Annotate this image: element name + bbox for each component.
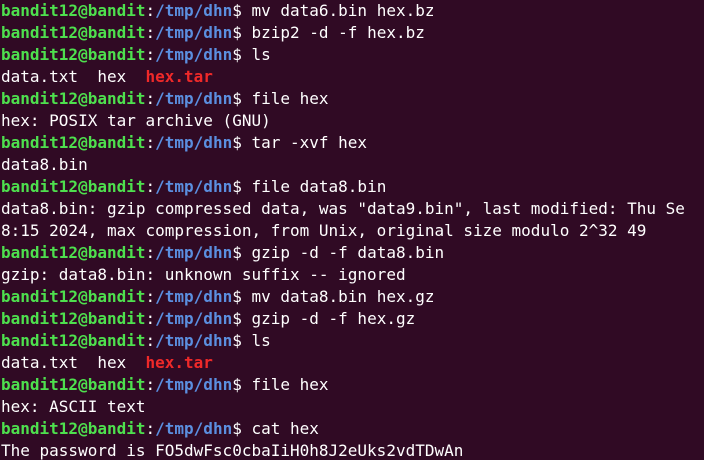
command-text: cat hex <box>251 419 319 438</box>
prompt-symbol: $ <box>232 89 252 108</box>
prompt-line: bandit12@bandit:/tmp/dhn$ tar -xvf hex <box>1 132 704 154</box>
prompt-symbol: $ <box>232 309 252 328</box>
file-list: data.txt hex <box>1 353 146 372</box>
archive-file-name: hex.tar <box>145 67 213 86</box>
prompt-path: /tmp/dhn <box>155 133 233 152</box>
prompt-user: bandit12@bandit <box>1 1 146 20</box>
prompt-symbol: $ <box>232 133 252 152</box>
prompt-user: bandit12@bandit <box>1 419 146 438</box>
archive-file-name: hex.tar <box>145 353 213 372</box>
prompt-user: bandit12@bandit <box>1 133 146 152</box>
command-text: file data8.bin <box>251 177 387 196</box>
command-text: file hex <box>251 89 329 108</box>
output-text: The password is FO5dwFsc0cbaIiH0h8J2eUks… <box>1 441 464 460</box>
prompt-user: bandit12@bandit <box>1 309 146 328</box>
prompt-path: /tmp/dhn <box>155 177 233 196</box>
prompt-colon: : <box>145 309 156 328</box>
output-text: 8:15 2024, max compression, from Unix, o… <box>1 221 647 240</box>
ls-output-line: data.txt hex hex.tar <box>1 352 704 374</box>
prompt-colon: : <box>145 375 156 394</box>
prompt-user: bandit12@bandit <box>1 177 146 196</box>
output-line: 8:15 2024, max compression, from Unix, o… <box>1 220 704 242</box>
prompt-path: /tmp/dhn <box>155 243 233 262</box>
prompt-colon: : <box>145 1 156 20</box>
output-text: gzip: data8.bin: unknown suffix -- ignor… <box>1 265 406 284</box>
prompt-user: bandit12@bandit <box>1 23 146 42</box>
ls-output-line: data.txt hex hex.tar <box>1 66 704 88</box>
output-text: data8.bin: gzip compressed data, was "da… <box>1 199 685 218</box>
prompt-symbol: $ <box>232 45 252 64</box>
prompt-path: /tmp/dhn <box>155 331 233 350</box>
output-text: hex: ASCII text <box>1 397 146 416</box>
output-line: data8.bin <box>1 154 704 176</box>
prompt-colon: : <box>145 45 156 64</box>
command-text: ls <box>251 331 271 350</box>
prompt-line: bandit12@bandit:/tmp/dhn$ gzip -d -f hex… <box>1 308 704 330</box>
prompt-colon: : <box>145 419 156 438</box>
prompt-user: bandit12@bandit <box>1 45 146 64</box>
prompt-line: bandit12@bandit:/tmp/dhn$ file data8.bin <box>1 176 704 198</box>
prompt-path: /tmp/dhn <box>155 89 233 108</box>
prompt-symbol: $ <box>232 287 252 306</box>
prompt-symbol: $ <box>232 375 252 394</box>
prompt-path: /tmp/dhn <box>155 45 233 64</box>
prompt-line: bandit12@bandit:/tmp/dhn$ gzip -d -f dat… <box>1 242 704 264</box>
prompt-user: bandit12@bandit <box>1 243 146 262</box>
prompt-user: bandit12@bandit <box>1 331 146 350</box>
prompt-symbol: $ <box>232 177 252 196</box>
output-line: The password is FO5dwFsc0cbaIiH0h8J2eUks… <box>1 440 704 460</box>
command-text: gzip -d -f data8.bin <box>251 243 445 262</box>
prompt-path: /tmp/dhn <box>155 419 233 438</box>
prompt-user: bandit12@bandit <box>1 89 146 108</box>
prompt-user: bandit12@bandit <box>1 375 146 394</box>
prompt-symbol: $ <box>232 243 252 262</box>
prompt-path: /tmp/dhn <box>155 287 233 306</box>
prompt-colon: : <box>145 331 156 350</box>
command-text: mv data8.bin hex.gz <box>251 287 435 306</box>
output-text: hex: POSIX tar archive (GNU) <box>1 111 271 130</box>
output-line: hex: POSIX tar archive (GNU) <box>1 110 704 132</box>
prompt-path: /tmp/dhn <box>155 23 233 42</box>
prompt-symbol: $ <box>232 1 252 20</box>
prompt-line: bandit12@bandit:/tmp/dhn$ cat hex <box>1 418 704 440</box>
prompt-line: bandit12@bandit:/tmp/dhn$ mv data8.bin h… <box>1 286 704 308</box>
command-text: gzip -d -f hex.gz <box>251 309 416 328</box>
prompt-symbol: $ <box>232 419 252 438</box>
command-text: tar -xvf hex <box>251 133 368 152</box>
output-line: gzip: data8.bin: unknown suffix -- ignor… <box>1 264 704 286</box>
output-line: hex: ASCII text <box>1 396 704 418</box>
command-text: mv data6.bin hex.bz <box>251 1 435 20</box>
prompt-line: bandit12@bandit:/tmp/dhn$ bzip2 -d -f he… <box>1 22 704 44</box>
output-line: data8.bin: gzip compressed data, was "da… <box>1 198 704 220</box>
file-list: data.txt hex <box>1 67 146 86</box>
command-text: ls <box>251 45 271 64</box>
prompt-line: bandit12@bandit:/tmp/dhn$ ls <box>1 330 704 352</box>
prompt-path: /tmp/dhn <box>155 375 233 394</box>
prompt-path: /tmp/dhn <box>155 1 233 20</box>
prompt-symbol: $ <box>232 331 252 350</box>
prompt-colon: : <box>145 23 156 42</box>
prompt-path: /tmp/dhn <box>155 309 233 328</box>
terminal-output: bandit12@bandit:/tmp/dhn$ mv data6.bin h… <box>1 0 704 460</box>
command-text: file hex <box>251 375 329 394</box>
prompt-colon: : <box>145 177 156 196</box>
prompt-colon: : <box>145 287 156 306</box>
command-text: bzip2 -d -f hex.bz <box>251 23 425 42</box>
prompt-colon: : <box>145 133 156 152</box>
prompt-line: bandit12@bandit:/tmp/dhn$ mv data6.bin h… <box>1 0 704 22</box>
prompt-line: bandit12@bandit:/tmp/dhn$ file hex <box>1 88 704 110</box>
terminal-window[interactable]: bandit12@bandit:/tmp/dhn$ mv data6.bin h… <box>0 0 704 460</box>
prompt-symbol: $ <box>232 23 252 42</box>
prompt-colon: : <box>145 243 156 262</box>
prompt-colon: : <box>145 89 156 108</box>
prompt-line: bandit12@bandit:/tmp/dhn$ file hex <box>1 374 704 396</box>
prompt-user: bandit12@bandit <box>1 287 146 306</box>
prompt-line: bandit12@bandit:/tmp/dhn$ ls <box>1 44 704 66</box>
output-text: data8.bin <box>1 155 88 174</box>
